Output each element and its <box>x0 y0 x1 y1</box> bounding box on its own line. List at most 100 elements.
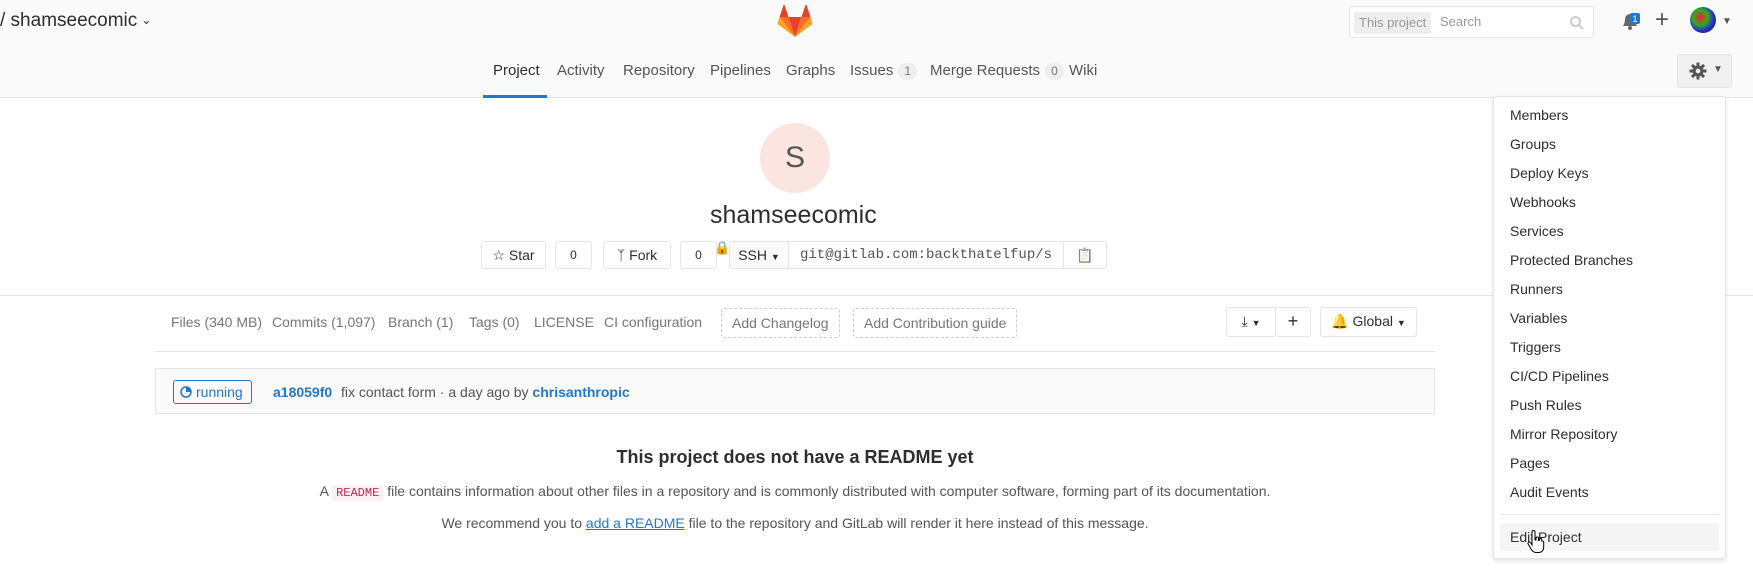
tab-merge-requests-label: Merge Requests <box>930 62 1041 79</box>
notification-level-dropdown[interactable]: 🔔 Global ▼ <box>1320 307 1417 337</box>
readme-p1-suffix: file contains information about other fi… <box>387 483 1271 499</box>
bell-icon: 🔔 <box>1331 313 1349 329</box>
readme-empty-recommendation: We recommend you to add a README file to… <box>0 515 1590 531</box>
top-header: / shamseecomic ⌄ This project Search 1 + … <box>0 0 1753 44</box>
commit-message: fix contact form · a day ago by chrisant… <box>341 384 630 400</box>
settings-dropdown-menu: Members Groups Deploy Keys Webhooks Serv… <box>1493 96 1726 559</box>
menu-item-push-rules[interactable]: Push Rules <box>1510 397 1582 413</box>
search-box[interactable]: This project Search <box>1349 6 1594 38</box>
menu-item-deploy-keys[interactable]: Deploy Keys <box>1510 165 1589 181</box>
commit-author-link[interactable]: chrisanthropic <box>532 384 629 400</box>
ci-configuration-link[interactable]: CI configuration <box>604 314 702 330</box>
active-tab-indicator <box>483 95 547 98</box>
fork-button[interactable]: ᛉ Fork <box>603 241 671 269</box>
project-avatar: S <box>760 123 830 193</box>
new-file-plus-button[interactable]: + <box>1275 307 1311 337</box>
menu-item-services[interactable]: Services <box>1510 223 1564 239</box>
chevron-down-icon[interactable]: ▼ <box>1722 16 1732 27</box>
star-count[interactable]: 0 <box>555 241 592 269</box>
tab-activity[interactable]: Activity <box>557 62 605 79</box>
search-icon <box>1570 16 1584 30</box>
project-breadcrumb[interactable]: / shamseecomic ⌄ <box>0 10 151 32</box>
chevron-down-icon: ⌄ <box>141 13 152 27</box>
commits-link[interactable]: Commits (1,097) <box>272 314 375 330</box>
menu-item-audit-events[interactable]: Audit Events <box>1510 484 1589 500</box>
license-link[interactable]: LICENSE <box>534 314 594 330</box>
merge-requests-count-badge: 0 <box>1045 63 1064 80</box>
download-icon: ⤓ <box>1241 313 1248 329</box>
caret-down-icon: ▼ <box>770 252 780 262</box>
search-scope-badge: This project <box>1354 12 1432 34</box>
copy-clone-url-button[interactable]: 📋 <box>1063 241 1107 269</box>
stats-divider <box>155 351 1435 352</box>
menu-item-mirror-repository[interactable]: Mirror Repository <box>1510 426 1617 442</box>
hand-cursor-icon <box>1527 530 1545 553</box>
star-button[interactable]: ☆ Star <box>481 241 546 269</box>
readme-p2-suffix: file to the repository and GitLab will r… <box>688 515 1149 531</box>
caret-down-icon: ▼ <box>1713 64 1723 75</box>
menu-divider <box>1500 514 1719 515</box>
gitlab-logo-icon[interactable] <box>777 4 813 38</box>
project-nav: Project Activity Repository Pipelines Gr… <box>0 44 1753 98</box>
user-avatar[interactable] <box>1690 7 1716 33</box>
menu-item-edit-project[interactable]: Edit Project <box>1510 529 1582 545</box>
tab-project[interactable]: Project <box>493 62 540 79</box>
pipeline-status-label: running <box>196 384 243 400</box>
last-commit-panel: running a18059f0 fix contact form · a da… <box>155 368 1435 414</box>
add-readme-link[interactable]: add a README <box>586 515 685 531</box>
commit-sha-link[interactable]: a18059f0 <box>273 384 332 400</box>
clone-protocol-label: SSH <box>738 247 767 263</box>
search-input[interactable]: Search <box>1440 14 1481 29</box>
menu-item-webhooks[interactable]: Webhooks <box>1510 194 1576 210</box>
tab-issues-label: Issues <box>850 62 894 79</box>
files-link[interactable]: Files (340 MB) <box>171 314 262 330</box>
clipboard-icon: 📋 <box>1076 247 1094 263</box>
menu-item-members[interactable]: Members <box>1510 107 1568 123</box>
star-label: Star <box>508 247 535 263</box>
tab-issues[interactable]: Issues 1 <box>850 62 918 80</box>
issues-count-badge: 1 <box>898 63 918 80</box>
tab-repository[interactable]: Repository <box>623 62 695 79</box>
fork-count[interactable]: 0 <box>680 241 717 269</box>
project-name: shamseecomic <box>710 201 877 229</box>
readme-code: README <box>332 485 384 501</box>
todos-bell-icon[interactable]: 1 <box>1619 10 1641 32</box>
menu-item-variables[interactable]: Variables <box>1510 310 1567 326</box>
readme-p2-prefix: We recommend you to <box>441 515 583 531</box>
tab-graphs[interactable]: Graphs <box>786 62 835 79</box>
project-breadcrumb-label: / shamseecomic <box>0 10 138 31</box>
settings-dropdown-button[interactable]: ▼ <box>1677 54 1732 88</box>
tab-wiki[interactable]: Wiki <box>1069 62 1097 79</box>
clone-url-field[interactable]: git@gitlab.com:backthatelfup/s <box>788 241 1063 269</box>
menu-item-triggers[interactable]: Triggers <box>1510 339 1561 355</box>
download-dropdown-button[interactable]: ⤓ ▼ <box>1226 307 1276 337</box>
add-contribution-guide-button[interactable]: Add Contribution guide <box>853 308 1018 338</box>
gear-icon <box>1689 62 1707 80</box>
menu-item-protected-branches[interactable]: Protected Branches <box>1510 252 1633 268</box>
branch-link[interactable]: Branch (1) <box>388 314 453 330</box>
menu-item-ci-cd-pipelines[interactable]: CI/CD Pipelines <box>1510 368 1609 384</box>
notification-level-label: Global <box>1352 313 1393 329</box>
caret-down-icon: ▼ <box>1251 318 1261 328</box>
todos-count: 1 <box>1632 14 1637 24</box>
commit-message-text: fix contact form · a day ago by <box>341 384 529 400</box>
running-status-icon <box>180 386 192 398</box>
menu-item-groups[interactable]: Groups <box>1510 136 1556 152</box>
plus-icon: + <box>1287 311 1299 331</box>
caret-down-icon: ▼ <box>1396 318 1406 328</box>
pipeline-status-badge[interactable]: running <box>173 380 252 404</box>
fork-icon: ᛉ <box>616 247 626 263</box>
readme-p1-prefix: A <box>319 483 329 499</box>
menu-item-pages[interactable]: Pages <box>1510 455 1550 471</box>
tab-pipelines[interactable]: Pipelines <box>710 62 771 79</box>
fork-label: Fork <box>629 247 658 263</box>
star-icon: ☆ <box>492 247 505 263</box>
readme-empty-title: This project does not have a README yet <box>616 447 974 467</box>
add-changelog-button[interactable]: Add Changelog <box>721 308 840 338</box>
menu-item-runners[interactable]: Runners <box>1510 281 1563 297</box>
clone-protocol-dropdown[interactable]: SSH ▼ <box>729 241 789 269</box>
tags-link[interactable]: Tags (0) <box>469 314 520 330</box>
new-item-plus-icon[interactable]: + <box>1655 7 1669 33</box>
readme-empty-description: A README file contains information about… <box>0 483 1590 501</box>
tab-merge-requests[interactable]: Merge Requests 0 <box>930 62 1064 80</box>
